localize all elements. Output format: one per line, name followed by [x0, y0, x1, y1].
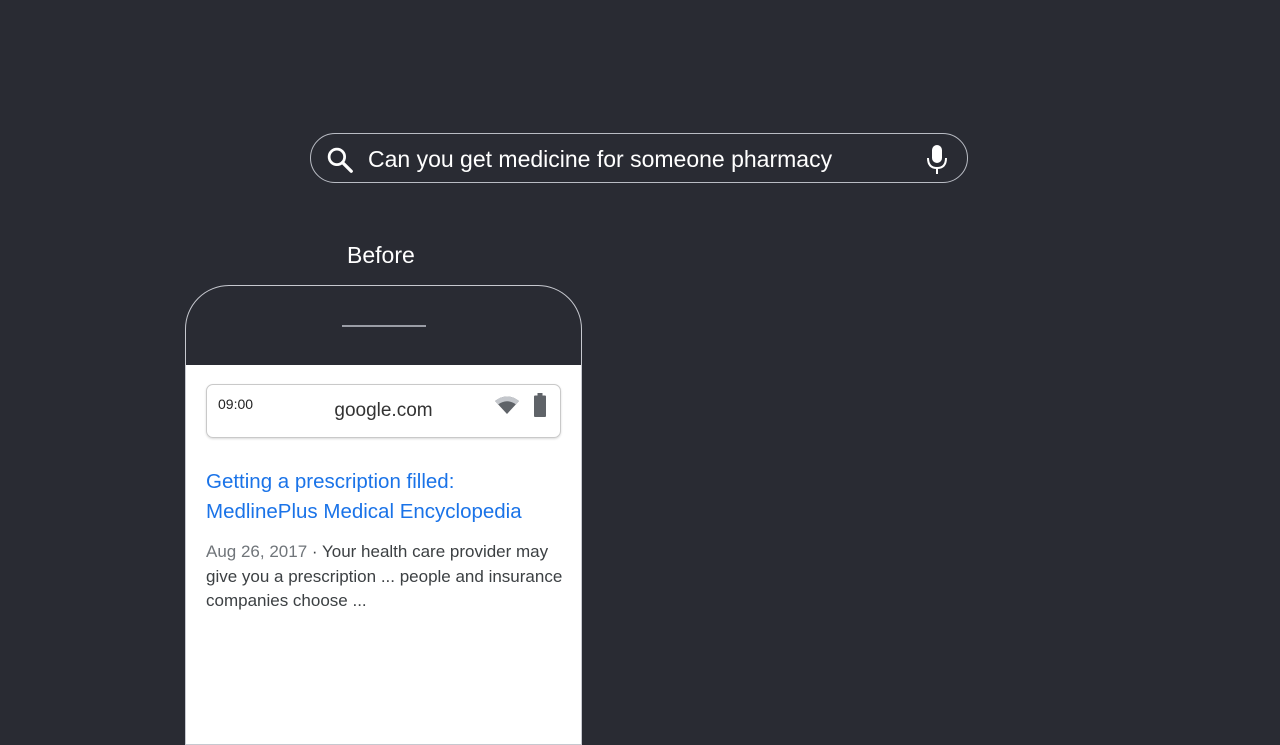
search-icon[interactable]	[325, 145, 355, 175]
battery-icon	[534, 393, 546, 417]
before-label: Before	[347, 242, 415, 268]
search-result-snippet: Aug 26, 2017 · Your health care provider…	[206, 540, 566, 614]
phone-frame: 09:00 google.com Getting a prescription …	[185, 285, 582, 745]
address-bar[interactable]: 09:00 google.com	[206, 384, 561, 438]
search-result-title[interactable]: Getting a prescription filled: MedlinePl…	[206, 467, 566, 527]
mic-icon[interactable]	[924, 144, 950, 176]
phone-speaker	[342, 325, 426, 327]
phone-screen: 09:00 google.com Getting a prescription …	[186, 365, 581, 744]
result-date: Aug 26, 2017	[206, 542, 308, 561]
search-bar[interactable]: Can you get medicine for someone pharmac…	[310, 133, 968, 183]
search-query-text[interactable]: Can you get medicine for someone pharmac…	[368, 145, 832, 173]
result-separator: ·	[307, 542, 322, 561]
wifi-icon	[495, 396, 519, 414]
